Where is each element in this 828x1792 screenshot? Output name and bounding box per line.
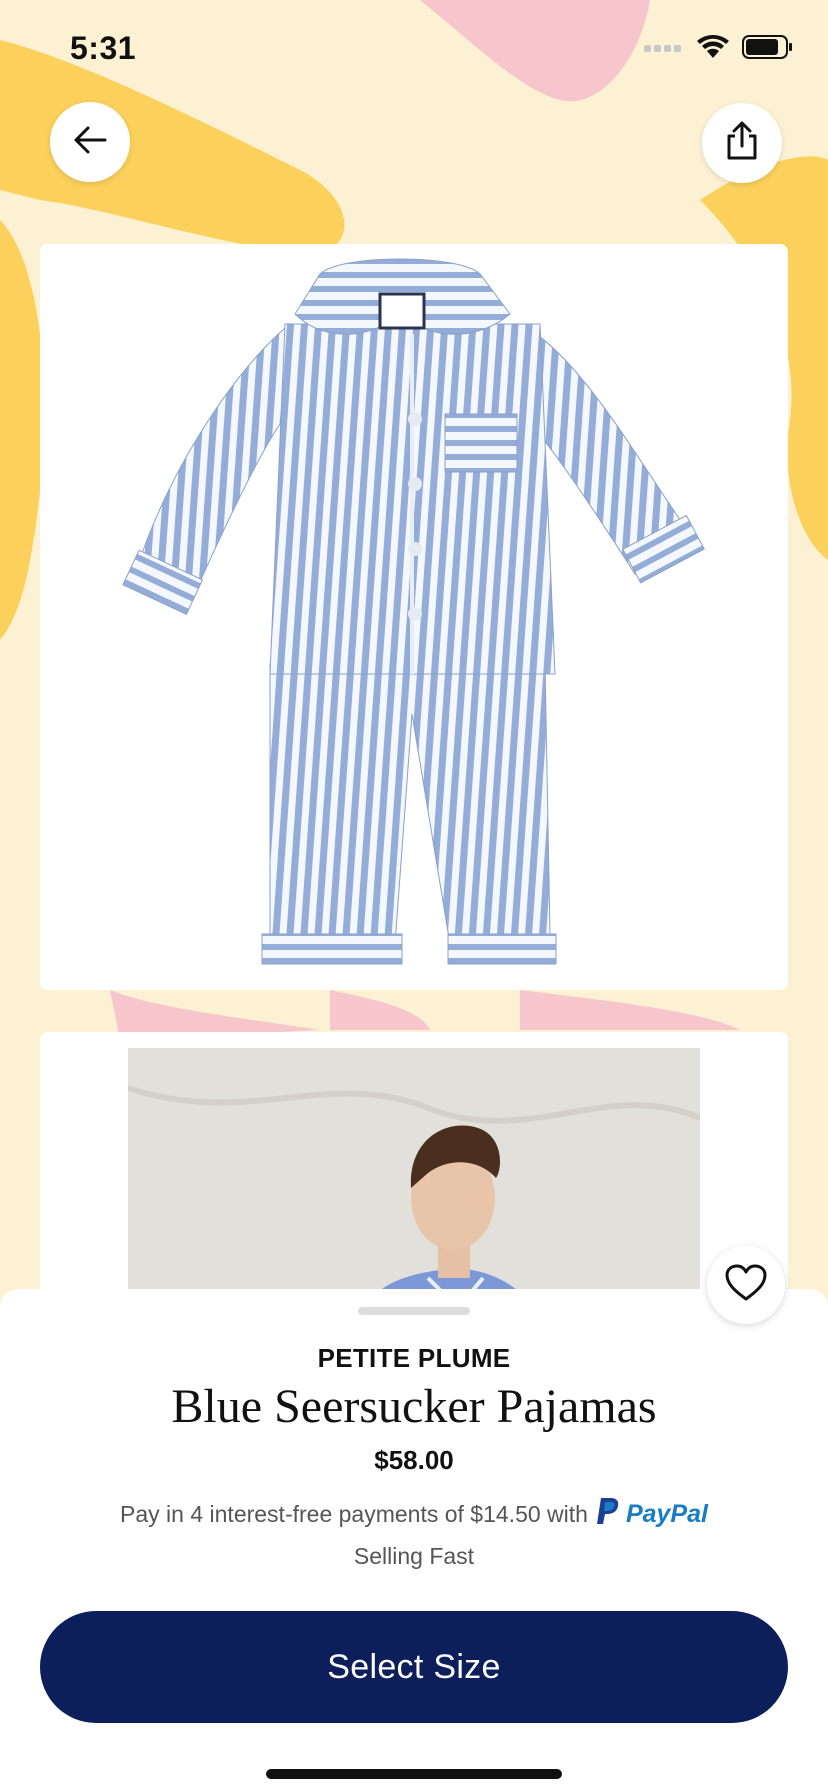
share-icon	[724, 121, 760, 166]
wifi-icon	[696, 34, 730, 65]
availability-status: Selling Fast	[353, 1543, 475, 1569]
installments-info[interactable]: Pay in 4 interest-free payments of $14.5…	[0, 1497, 828, 1531]
paypal-p-icon	[596, 1497, 620, 1531]
installments-text: Pay in 4 interest-free payments of $14.5…	[120, 1500, 588, 1527]
pajamas-illustration	[122, 258, 705, 965]
back-button[interactable]	[50, 102, 130, 182]
product-brand[interactable]: PETITE PLUME	[0, 1343, 828, 1374]
status-bar: 5:31	[0, 0, 828, 100]
product-image-main[interactable]	[40, 244, 788, 990]
sheet-drag-handle[interactable]	[358, 1307, 470, 1315]
product-price: $58.00	[374, 1445, 454, 1475]
share-button[interactable]	[702, 103, 782, 183]
product-title: Blue Seersucker Pajamas	[171, 1380, 657, 1433]
paypal-wordmark: PayPal	[625, 1499, 708, 1528]
favorite-button[interactable]	[707, 1246, 785, 1324]
status-icons	[644, 34, 794, 65]
status-time: 5:31	[70, 30, 137, 66]
product-image-secondary[interactable]	[40, 1032, 788, 1332]
home-indicator	[266, 1769, 562, 1779]
arrow-left-icon	[73, 125, 107, 160]
product-details-sheet: PETITE PLUME Blue Seersucker Pajamas $58…	[0, 1289, 828, 1792]
heart-icon	[725, 1264, 767, 1307]
signal-icon	[644, 41, 684, 59]
battery-icon	[742, 35, 794, 64]
paypal-logo: PayPal	[596, 1497, 708, 1531]
select-size-button[interactable]: Select Size	[40, 1611, 788, 1723]
